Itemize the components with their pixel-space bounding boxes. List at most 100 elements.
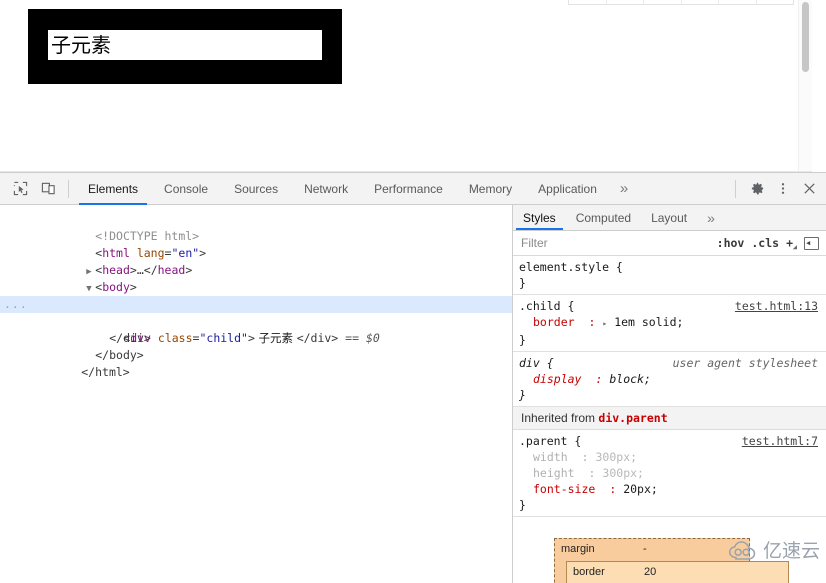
tab-computed[interactable]: Computed xyxy=(566,205,641,230)
toolbar-separator xyxy=(68,179,69,198)
dom-row-html[interactable]: <html lang="en"> xyxy=(0,228,512,260)
tab-console[interactable]: Console xyxy=(151,173,221,205)
rule-element-style[interactable]: element.style { } xyxy=(513,256,826,295)
plus-caret-icon: ◢ xyxy=(792,243,797,251)
rule-source-link[interactable]: test.html:7 xyxy=(742,433,818,449)
page-scrollbar[interactable] xyxy=(798,0,812,172)
toolbar-separator-right xyxy=(735,179,736,198)
dom-row-child-selected[interactable]: ... <div class="child"> 子元素 </div> == $0 xyxy=(0,296,512,345)
rule-div-user-agent[interactable]: user agent stylesheet div { display: blo… xyxy=(513,352,826,407)
tab-elements[interactable]: Elements xyxy=(75,173,151,205)
watermark-text: 亿速云 xyxy=(762,540,820,562)
cloud-logo-icon xyxy=(728,540,756,560)
watermark: 亿速云 xyxy=(728,536,820,563)
cls-button[interactable]: .cls xyxy=(751,236,779,250)
tab-application[interactable]: Application xyxy=(525,173,610,205)
rule-selector[interactable]: element.style { xyxy=(519,259,820,275)
declaration-value[interactable]: 20px; xyxy=(623,482,658,496)
tab-sources[interactable]: Sources xyxy=(221,173,291,205)
screen: 子元素 Elements Console Sources Network Per… xyxy=(0,0,826,583)
styles-filter-actions: :hov .cls + ◢ xyxy=(717,236,826,251)
styles-more-tabs-button[interactable]: » xyxy=(697,205,725,230)
tab-memory[interactable]: Memory xyxy=(456,173,525,205)
declaration-name[interactable]: font-size xyxy=(519,481,595,497)
dom-row-html-close[interactable]: </html> xyxy=(0,347,512,379)
tab-layout[interactable]: Layout xyxy=(641,205,697,230)
tab-network[interactable]: Network xyxy=(291,173,361,205)
inspect-cursor-icon[interactable] xyxy=(6,176,34,202)
declaration-name[interactable]: width xyxy=(519,449,568,465)
dom-row-parent-close[interactable]: </div> xyxy=(0,313,512,345)
gear-icon[interactable] xyxy=(744,176,770,202)
styles-tab-bar: Styles Computed Layout » xyxy=(513,205,826,231)
more-tabs-button[interactable]: » xyxy=(610,173,638,205)
tab-styles[interactable]: Styles xyxy=(513,205,566,230)
devtools-panel: Elements Console Sources Network Perform… xyxy=(0,172,826,583)
declaration-value[interactable]: 300px; xyxy=(596,450,638,464)
box-model-diagram: margin - border 20 亿速云 xyxy=(513,528,826,583)
border-label: border xyxy=(573,566,605,578)
rule-close-brace: } xyxy=(519,276,526,290)
dom-tree-pane[interactable]: <!DOCTYPE html> <html lang="en"> <head>…… xyxy=(0,205,513,583)
parent-div: 子元素 xyxy=(28,9,342,84)
box-model-border[interactable]: border 20 xyxy=(566,561,789,583)
user-agent-label: user agent stylesheet xyxy=(672,356,818,370)
declaration-value[interactable]: 1em solid; xyxy=(614,315,683,329)
declaration-name[interactable]: height xyxy=(519,465,575,481)
tab-performance[interactable]: Performance xyxy=(361,173,456,205)
dom-row-parent-open[interactable]: <div class="parent"> xyxy=(0,279,512,311)
rule-close-brace: } xyxy=(519,498,526,512)
selected-row-marker: ... xyxy=(4,297,28,311)
declaration-font-size[interactable]: font-size: 20px; xyxy=(519,481,820,497)
child-div: 子元素 xyxy=(48,30,322,60)
page-scrollbar-thumb[interactable] xyxy=(802,2,809,72)
kebab-menu-icon[interactable] xyxy=(770,176,796,202)
page-viewport: 子元素 xyxy=(0,0,812,172)
new-style-rule-button[interactable]: + ◢ xyxy=(786,236,797,251)
rule-close-brace: } xyxy=(519,388,526,402)
declaration-display[interactable]: display: block; xyxy=(519,371,820,387)
declaration-value[interactable]: block; xyxy=(609,372,651,386)
devtools-toolbar: Elements Console Sources Network Perform… xyxy=(0,173,826,205)
declaration-width[interactable]: width: 300px; xyxy=(519,449,820,465)
declaration-name[interactable]: display xyxy=(519,371,581,387)
styles-filter-row: :hov .cls + ◢ xyxy=(513,231,826,256)
border-value[interactable]: 20 xyxy=(644,566,656,578)
inspect-cursor-icon-svg xyxy=(13,181,27,196)
box-model-margin[interactable]: margin - border 20 xyxy=(554,538,789,583)
inherited-from-label: Inherited from xyxy=(521,411,596,425)
margin-label: margin xyxy=(561,543,595,555)
close-icon[interactable] xyxy=(796,176,822,202)
dom-row-head[interactable]: <head>…</head> xyxy=(0,245,512,277)
styles-filter-input[interactable] xyxy=(513,235,717,251)
device-toolbar-icon-svg xyxy=(41,182,55,195)
dom-row-doctype[interactable]: <!DOCTYPE html> xyxy=(0,211,512,243)
border-disclosure-icon[interactable]: ▸ xyxy=(602,319,607,328)
rule-parent[interactable]: test.html:7 .parent { width: 300px; heig… xyxy=(513,430,826,517)
devtools-body: <!DOCTYPE html> <html lang="en"> <head>…… xyxy=(0,205,826,583)
close-icon-svg xyxy=(803,183,815,194)
dom-row-body-open[interactable]: <body> xyxy=(0,262,512,294)
dom-row-body-close[interactable]: </body> xyxy=(0,330,512,362)
declaration-name[interactable]: border xyxy=(519,314,575,330)
inherited-from-header: Inherited from div.parent xyxy=(513,407,826,430)
rule-close-brace: } xyxy=(519,333,526,347)
hov-button[interactable]: :hov xyxy=(717,236,745,250)
devtools-tabs: Elements Console Sources Network Perform… xyxy=(75,173,638,205)
gear-icon-svg xyxy=(751,182,763,195)
declaration-value[interactable]: 300px; xyxy=(602,466,644,480)
margin-value[interactable]: - xyxy=(643,543,647,555)
offscreen-widget-fragment xyxy=(568,0,794,5)
declaration-border[interactable]: border: ▸ 1em solid; xyxy=(519,314,820,332)
toolbar-right-actions xyxy=(731,176,826,202)
html-close-tag: </html> xyxy=(81,365,130,379)
style-rules-list: element.style { } test.html:13 .child { … xyxy=(513,256,826,517)
toggle-sidebar-icon[interactable] xyxy=(804,236,819,250)
inherited-from-element[interactable]: div.parent xyxy=(598,411,667,425)
device-toolbar-icon[interactable] xyxy=(34,176,62,202)
kebab-menu-icon-svg xyxy=(781,183,785,194)
declaration-height[interactable]: height: 300px; xyxy=(519,465,820,481)
rule-child[interactable]: test.html:13 .child { border: ▸ 1em soli… xyxy=(513,295,826,352)
styles-pane: Styles Computed Layout » :hov .cls + ◢ xyxy=(513,205,826,583)
rule-source-link[interactable]: test.html:13 xyxy=(735,298,818,314)
